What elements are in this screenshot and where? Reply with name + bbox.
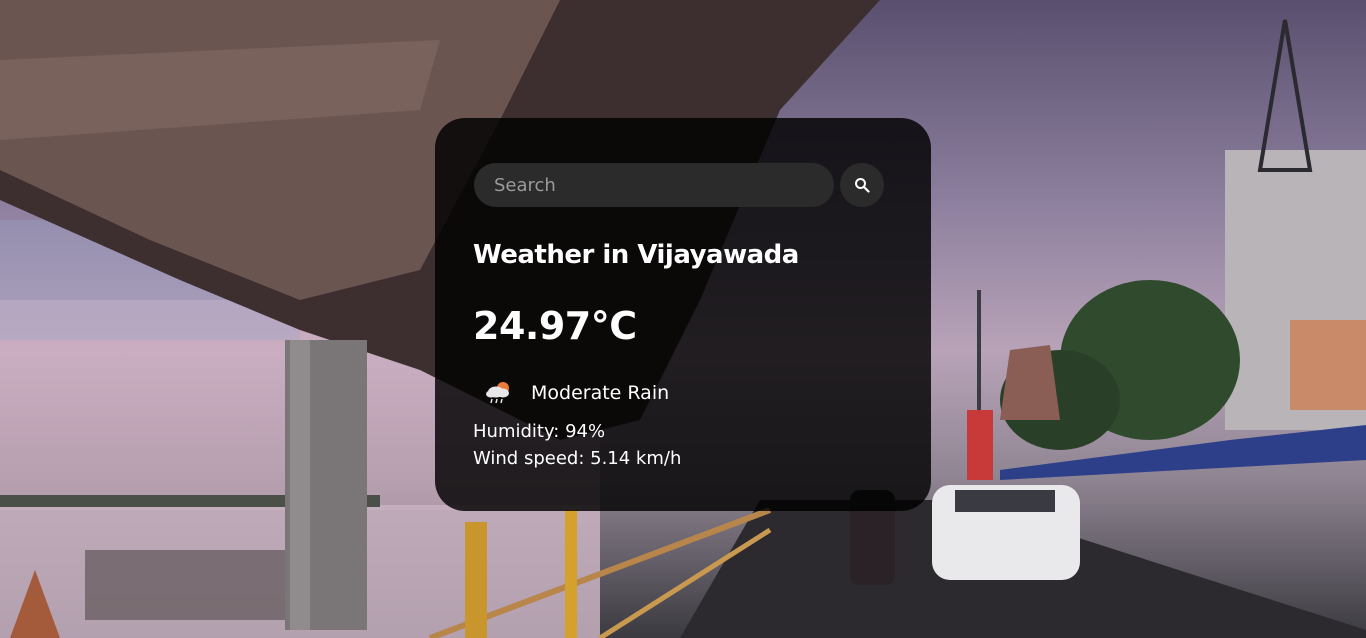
city-heading: Weather in Vijayawada: [473, 240, 799, 270]
search-icon: [855, 178, 870, 193]
wind-speed-text: Wind speed: 5.14 km/h: [473, 448, 682, 469]
rain-cloud-sun-icon: [486, 382, 509, 404]
condition-text: Moderate Rain: [531, 382, 670, 404]
condition-row: Moderate Rain: [483, 378, 783, 408]
weather-card: Weather in Vijayawada 24.97°C Moderate R…: [435, 118, 931, 511]
search-bar: [474, 163, 886, 207]
humidity-text: Humidity: 94%: [473, 421, 606, 442]
search-button[interactable]: [840, 163, 884, 207]
search-input[interactable]: [474, 163, 834, 207]
temperature: 24.97°C: [473, 304, 637, 348]
